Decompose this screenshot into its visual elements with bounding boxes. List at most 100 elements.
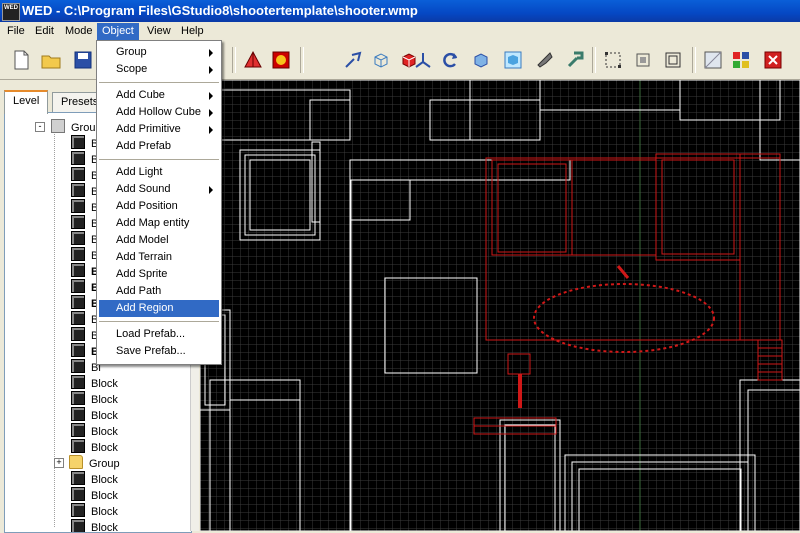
tree-item-group[interactable]: Group	[69, 455, 120, 471]
menu-item-save-prefab[interactable]: Save Prefab...	[99, 343, 219, 360]
block-icon	[71, 407, 85, 421]
menu-mode[interactable]: Mode	[60, 23, 98, 40]
tree-item-block[interactable]: Block	[71, 423, 118, 439]
menu-edit[interactable]: Edit	[30, 23, 59, 40]
menu-item-label: Add Hollow Cube	[116, 106, 201, 118]
rotate-icon	[443, 52, 458, 68]
palette-button[interactable]	[728, 47, 754, 73]
block-icon	[71, 327, 85, 341]
menu-object[interactable]: Object	[97, 23, 139, 40]
menu-item-add-region[interactable]: Add Region	[99, 300, 219, 317]
menu-item-label: Add Light	[116, 166, 163, 178]
wire-cube-icon	[374, 53, 388, 68]
tool-icon	[537, 52, 553, 68]
tree-item-block[interactable]: Block	[71, 407, 118, 423]
menu-item-label: Add Sound	[116, 183, 171, 195]
menu-help[interactable]: Help	[176, 23, 209, 40]
submenu-arrow-icon	[209, 186, 213, 194]
menu-item-add-sprite[interactable]: Add Sprite	[99, 266, 219, 283]
tree-item-group[interactable]: Group	[51, 119, 102, 135]
save-icon	[74, 51, 92, 69]
prefab-button[interactable]	[240, 47, 266, 73]
block-icon	[71, 135, 85, 149]
group-icon	[51, 119, 65, 133]
toolbar-separator	[692, 47, 696, 73]
menu-item-add-sound[interactable]: Add Sound	[99, 181, 219, 198]
scale-button[interactable]	[468, 47, 494, 73]
tree-item-block[interactable]: Block	[71, 471, 118, 487]
block-icon	[71, 439, 85, 453]
move-button[interactable]	[340, 47, 366, 73]
texture-button[interactable]	[700, 47, 726, 73]
rotate-button[interactable]	[438, 47, 464, 73]
tree-item-block[interactable]: Block	[71, 391, 118, 407]
block-icon	[71, 263, 85, 277]
block-icon	[71, 215, 85, 229]
menu-separator	[99, 82, 219, 83]
top-view-viewport[interactable]	[200, 80, 800, 531]
menu-item-add-path[interactable]: Add Path	[99, 283, 219, 300]
tree-item-block[interactable]: Block	[71, 375, 118, 391]
title-bar[interactable]: WED WED - C:\Program Files\GStudio8\shoo…	[0, 0, 800, 22]
textured-cube-button[interactable]	[500, 47, 526, 73]
toolbar-separator	[300, 47, 304, 73]
menu-file[interactable]: File	[2, 23, 30, 40]
menu-item-add-prefab[interactable]: Add Prefab	[99, 138, 219, 155]
menu-item-add-cube[interactable]: Add Cube	[99, 87, 219, 104]
tool-button[interactable]	[532, 47, 558, 73]
tree-item-block[interactable]: Block	[71, 487, 118, 503]
submenu-arrow-icon	[209, 126, 213, 134]
menu-item-add-model[interactable]: Add Model	[99, 232, 219, 249]
new-file-icon	[14, 50, 29, 70]
hammer-icon	[567, 51, 584, 68]
menu-view[interactable]: View	[142, 23, 176, 40]
menu-item-label: Load Prefab...	[116, 328, 186, 340]
menu-item-label: Add Path	[116, 285, 162, 297]
delete-button[interactable]	[760, 47, 786, 73]
menu-item-load-prefab[interactable]: Load Prefab...	[99, 326, 219, 343]
object-menu-dropdown: Group Scope Add Cube Add Hollow Cube Add Pri…	[96, 40, 222, 365]
menu-item-add-hollow-cube[interactable]: Add Hollow Cube	[99, 104, 219, 121]
block-icon	[71, 295, 85, 309]
menu-item-label: Add Cube	[116, 89, 165, 101]
tab-level[interactable]: Level	[4, 90, 49, 114]
hammer-button[interactable]	[562, 47, 588, 73]
block-icon	[71, 231, 85, 245]
tree-item-label: Block	[91, 506, 118, 518]
menu-item-label: Add Map entity	[116, 217, 190, 229]
toolbar-separator	[232, 47, 236, 73]
collapse-toggle[interactable]: -	[35, 122, 45, 132]
block-icon	[71, 343, 85, 357]
tree-item-block[interactable]: Block	[71, 503, 118, 519]
tree-item-label: Block	[91, 394, 118, 406]
group-button[interactable]	[660, 47, 686, 73]
compile-button[interactable]	[268, 47, 294, 73]
expand-toggle[interactable]: +	[54, 458, 64, 468]
menu-item-add-map-entity[interactable]: Add Map entity	[99, 215, 219, 232]
open-folder-button[interactable]	[38, 47, 64, 73]
menu-item-label: Group	[116, 46, 147, 58]
tree-item-block[interactable]: Block	[71, 439, 118, 455]
save-button[interactable]	[70, 47, 96, 73]
tree-item-label: Block	[91, 410, 118, 422]
block-icon	[71, 183, 85, 197]
menu-item-add-position[interactable]: Add Position	[99, 198, 219, 215]
move-icon	[345, 51, 362, 68]
menu-item-label: Add Position	[116, 200, 178, 212]
menu-item-group[interactable]: Group	[99, 44, 219, 61]
map-grid-view[interactable]	[200, 80, 800, 531]
menu-item-scope[interactable]: Scope	[99, 61, 219, 78]
wire-cube-button[interactable]	[368, 47, 394, 73]
new-file-button[interactable]	[8, 47, 34, 73]
snap-button[interactable]	[630, 47, 656, 73]
menu-item-add-light[interactable]: Add Light	[99, 164, 219, 181]
block-icon	[71, 311, 85, 325]
menu-item-add-primitive[interactable]: Add Primitive	[99, 121, 219, 138]
submenu-arrow-icon	[209, 109, 213, 117]
menu-item-add-terrain[interactable]: Add Terrain	[99, 249, 219, 266]
axis-button[interactable]	[410, 47, 436, 73]
menu-bar: File Edit Mode Object View Help	[0, 22, 800, 41]
submenu-arrow-icon	[209, 92, 213, 100]
block-icon	[71, 279, 85, 293]
select-box-button[interactable]	[600, 47, 626, 73]
